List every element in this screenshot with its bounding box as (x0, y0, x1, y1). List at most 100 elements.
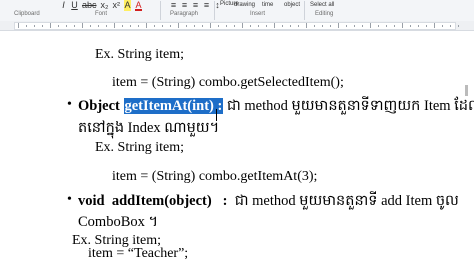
strikethrough-icon[interactable]: abc (82, 0, 97, 11)
ruler-tick (138, 25, 139, 27)
align-center-icon[interactable]: ≡ (181, 0, 188, 11)
ruler-tick (162, 25, 163, 27)
ruler-tick (346, 25, 347, 27)
ruler-tick (338, 23, 339, 28)
bullet-1: • (67, 97, 72, 112)
code-line-1: item = (String) combo.getSelectedItem(); (112, 75, 344, 90)
highlight-icon[interactable]: A (124, 0, 132, 11)
ruler-tick (242, 23, 243, 28)
ruler-tick (322, 25, 323, 27)
editing-group-label: Editing (315, 11, 334, 17)
group-separator (214, 1, 215, 20)
ruler-tick (250, 25, 251, 27)
align-left-icon[interactable]: ≡ (170, 0, 177, 11)
group-separator (160, 1, 161, 20)
ruler-tick (362, 25, 363, 27)
ruler-tick (450, 25, 451, 27)
ruler-tick (306, 23, 307, 28)
italic-icon[interactable]: I (60, 0, 67, 11)
text-cursor (216, 109, 217, 121)
ruler-tick (122, 25, 123, 27)
ruler-tick (98, 25, 99, 27)
ruler-tick (218, 25, 219, 27)
ruler-tick (370, 23, 371, 28)
align-right-icon[interactable]: ≡ (192, 0, 199, 11)
ruler-tick (298, 25, 299, 27)
code-line-2: item = (String) combo.getItemAt(3); (112, 169, 318, 184)
ruler-tick (34, 25, 35, 27)
ruler-tick (226, 25, 227, 27)
ruler-tick (90, 25, 91, 27)
font-color-icon[interactable]: A (135, 0, 143, 11)
insert-datetime-button[interactable]: time (262, 2, 273, 8)
ruler-tick (50, 23, 51, 28)
bullet-1-text: Object getItemAt(int) : ជា method មួយមាន… (78, 97, 474, 118)
ruler-tick (82, 23, 83, 28)
ruler-tick (330, 25, 331, 27)
ruler-tick (314, 25, 315, 27)
example-line-1: Ex. String item; (95, 47, 185, 62)
ruler-tick (170, 25, 171, 27)
ruler-tick (258, 25, 259, 27)
method-description: ជា method មួយមានតួនាទីទាញយក Item ដែលស្ថិ (226, 98, 474, 114)
method-name: addItem(object) (111, 193, 212, 209)
select-all-button[interactable]: Select all (310, 2, 334, 8)
ruler-tick (274, 23, 275, 28)
ruler-tick (66, 25, 67, 27)
subscript-icon[interactable]: x₂ (101, 0, 109, 11)
ruler-tick (234, 25, 235, 27)
ruler-tick (434, 23, 435, 28)
ruler-tick (210, 23, 211, 28)
code-line-3: item = “Teacher”; (88, 246, 189, 261)
ruler-track (14, 22, 456, 30)
clipboard-group-label: Clipboard (14, 11, 40, 17)
justify-icon[interactable]: ≡ (203, 0, 210, 11)
insert-group-label: Insert (250, 11, 266, 17)
ruler-tick (282, 25, 283, 27)
example-line-2: Ex. String item; (95, 140, 185, 155)
ruler-tick (442, 25, 443, 27)
bullet-2: • (67, 192, 72, 207)
ruler-tick (130, 25, 131, 27)
return-type: void (78, 193, 105, 209)
ruler-tick (74, 25, 75, 27)
ruler-tick (418, 25, 419, 27)
ruler-tick (114, 23, 115, 28)
ruler-tick (202, 25, 203, 27)
paragraph-group-label: Paragraph (170, 11, 199, 17)
ruler-tick (386, 25, 387, 27)
ruler-tick (410, 25, 411, 27)
ruler-tick (426, 25, 427, 27)
ruler-tick (354, 25, 355, 27)
underline-icon[interactable]: U (71, 0, 78, 11)
document-page[interactable]: Ex. String item; item = (String) combo.g… (0, 31, 474, 266)
group-separator (304, 1, 305, 20)
colon: : (222, 193, 228, 209)
ruler-tick (58, 25, 59, 27)
ruler-tick (42, 25, 43, 27)
ruler-tick (154, 25, 155, 27)
font-group-label: Font (95, 11, 108, 17)
ruler-tick (18, 23, 19, 28)
ruler-tick (378, 25, 379, 27)
ruler-tick (290, 25, 291, 27)
ruler-tick (458, 25, 459, 27)
insert-object-button[interactable]: object (284, 2, 300, 8)
ruler-tick (194, 25, 195, 27)
ruler-tick (402, 23, 403, 28)
ruler[interactable] (0, 21, 474, 31)
ruler-tick (26, 25, 27, 27)
ruler-tick (178, 23, 179, 28)
ruler-tick (106, 25, 107, 27)
bullet-2-text-cont: ComboBox ។ (78, 214, 159, 230)
return-type: Object (78, 98, 120, 114)
method-description: ជា method មួយមានតួនាទី add Item ចូល (234, 193, 459, 209)
font-format-icons: I U abc x₂ x² A A (60, 0, 143, 11)
margin-mark (465, 85, 468, 96)
ruler-tick (186, 25, 187, 27)
superscript-icon[interactable]: x² (113, 0, 121, 11)
bullet-2-text: void addItem(object) : ជា method មួយមានត… (78, 192, 459, 213)
ruler-tick (146, 23, 147, 28)
insert-drawing-button[interactable]: drawing (234, 2, 255, 8)
selected-method-name[interactable]: getItemAt(int) : (123, 98, 224, 114)
